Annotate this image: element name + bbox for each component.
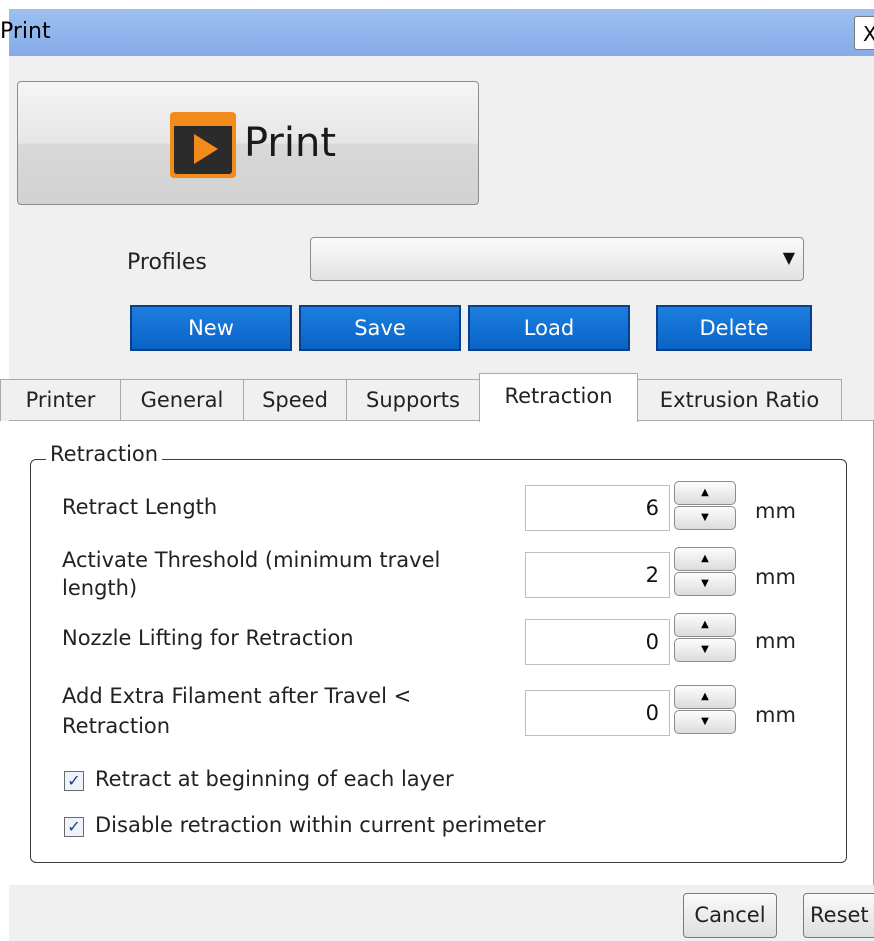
profiles-dropdown[interactable]: ▼ [310,237,804,281]
arrow-down-icon: ▼ [701,512,709,523]
disable-retraction-perimeter-checkbox[interactable]: ✓ [64,817,84,837]
retraction-group: Retraction Retract Length 6 ▲ ▼ mm Activ… [30,442,847,863]
nozzle-lifting-stepper: ▲ ▼ [674,613,736,663]
tab-extrusion-ratio[interactable]: Extrusion Ratio [637,379,842,421]
activate-threshold-label-line2: length) [62,576,138,600]
arrow-up-icon: ▲ [701,487,709,498]
decrement-button[interactable]: ▼ [674,710,736,734]
extra-filament-input[interactable]: 0 [525,690,670,736]
retract-length-input[interactable]: 6 [525,485,670,531]
arrow-up-icon: ▲ [701,619,709,630]
retract-each-layer-checkbox[interactable]: ✓ [64,771,84,791]
tab-retraction[interactable]: Retraction [479,373,638,422]
nozzle-lifting-unit: mm [755,629,796,653]
arrow-down-icon: ▼ [701,578,709,589]
load-profile-button[interactable]: Load [468,305,630,351]
decrement-button[interactable]: ▼ [674,638,736,662]
retract-length-stepper: ▲ ▼ [674,481,736,531]
decrement-button[interactable]: ▼ [674,506,736,530]
extra-filament-unit: mm [755,703,796,727]
decrement-button[interactable]: ▼ [674,572,736,596]
retract-length-unit: mm [755,499,796,523]
check-icon: ✓ [67,817,81,836]
arrow-up-icon: ▲ [701,553,709,564]
new-profile-button[interactable]: New [130,305,292,351]
retract-length-label: Retract Length [62,495,218,519]
activate-threshold-unit: mm [755,565,796,589]
nozzle-lifting-input[interactable]: 0 [525,619,670,665]
window-title: Print [0,19,51,44]
print-dialog: Print X Print Profiles ▼ New Save Load D… [0,9,874,941]
nozzle-lifting-label: Nozzle Lifting for Retraction [62,626,354,650]
print-button[interactable]: Print [17,81,479,205]
increment-button[interactable]: ▲ [674,481,736,505]
extra-filament-label-line2: Retraction [62,714,171,738]
extra-filament-stepper: ▲ ▼ [674,685,736,735]
tab-speed[interactable]: Speed [243,379,347,421]
settings-tabs: Printer General Speed Supports Retractio… [0,373,874,422]
play-icon [170,112,236,178]
save-profile-button[interactable]: Save [299,305,461,351]
print-button-label: Print [244,120,337,166]
close-icon: X [863,22,874,46]
increment-button[interactable]: ▲ [674,685,736,709]
increment-button[interactable]: ▲ [674,547,736,571]
arrow-down-icon: ▼ [701,644,709,655]
tab-printer[interactable]: Printer [0,379,121,421]
activate-threshold-stepper: ▲ ▼ [674,547,736,597]
chevron-down-icon: ▼ [782,248,795,267]
delete-profile-button[interactable]: Delete [656,305,812,351]
retract-each-layer-label: Retract at beginning of each layer [95,767,454,791]
activate-threshold-label-line1: Activate Threshold (minimum travel [62,548,441,572]
close-button[interactable]: X [854,16,874,50]
group-title: Retraction [46,442,163,466]
increment-button[interactable]: ▲ [674,613,736,637]
arrow-down-icon: ▼ [701,716,709,727]
extra-filament-label-line1: Add Extra Filament after Travel < [62,684,412,708]
title-bar: Print [0,9,874,56]
arrow-up-icon: ▲ [701,691,709,702]
disable-retraction-perimeter-label: Disable retraction within current perime… [95,813,546,837]
tab-supports[interactable]: Supports [346,379,480,421]
tab-general[interactable]: General [120,379,244,421]
reset-button[interactable]: Reset [803,893,874,938]
retraction-panel: Retraction Retract Length 6 ▲ ▼ mm Activ… [9,420,874,885]
cancel-button[interactable]: Cancel [683,893,777,938]
activate-threshold-input[interactable]: 2 [525,552,670,598]
check-icon: ✓ [67,771,81,790]
profiles-label: Profiles [127,250,207,275]
